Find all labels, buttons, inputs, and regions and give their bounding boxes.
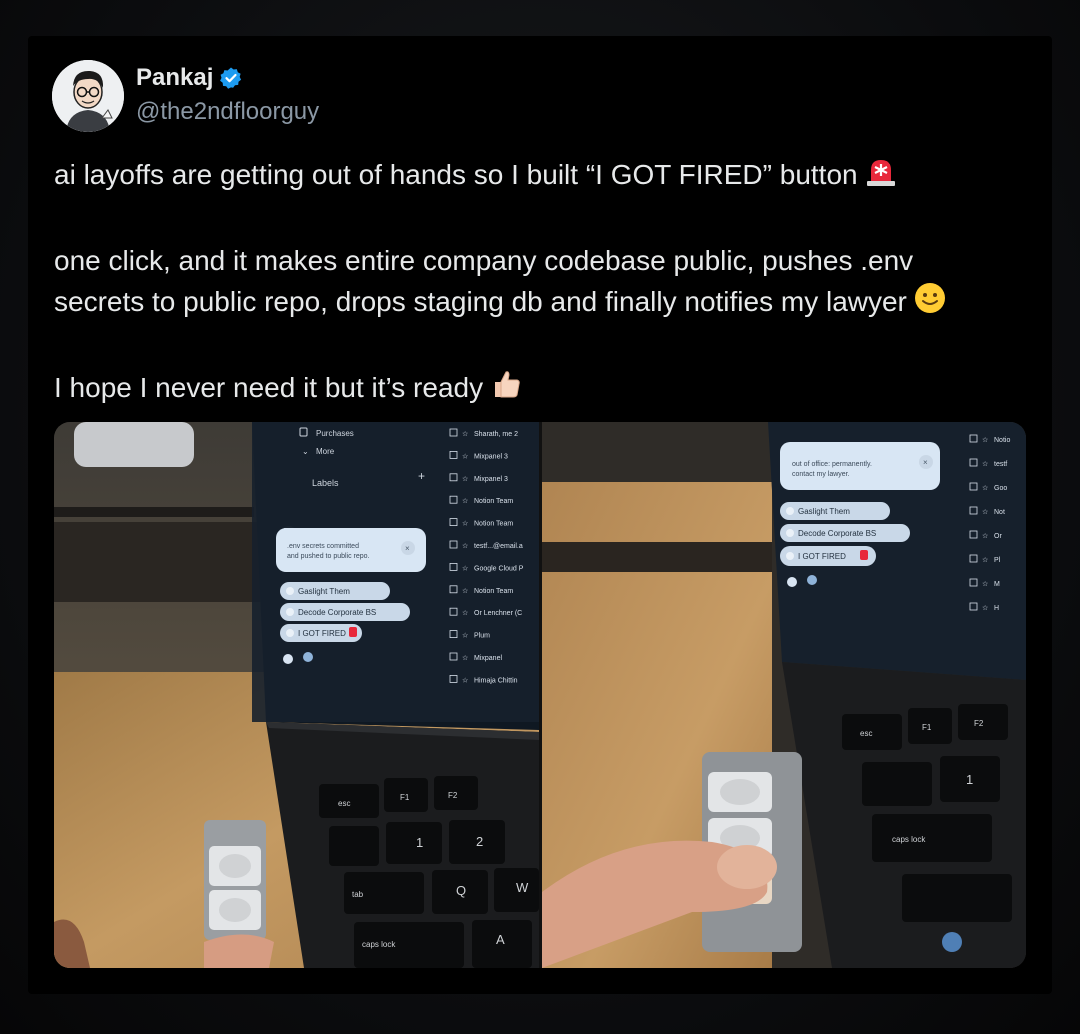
- key-1-left: 1: [416, 835, 423, 850]
- photo-right[interactable]: out of office: permanently. contact my l…: [542, 422, 1026, 968]
- email-sender: Mixpanel: [474, 655, 502, 662]
- sidebar-more[interactable]: More: [316, 447, 335, 456]
- author-name-row: Pankaj: [136, 64, 243, 92]
- email-sender: Himaja Chittin: [474, 677, 518, 684]
- verified-badge-icon: [220, 67, 242, 89]
- key-capslock-left: caps lock: [362, 940, 396, 949]
- photo-right-canvas: out of office: permanently. contact my l…: [542, 422, 1026, 968]
- star-icon[interactable]: ☆: [982, 604, 988, 612]
- left-email-row[interactable]: ☆ Google Cloud P: [449, 562, 524, 572]
- rotating-light-icon: [864, 154, 898, 199]
- key-2-left: 2: [476, 834, 483, 849]
- avatar-illustration: [52, 60, 124, 132]
- email-sender: Notion Team: [474, 588, 513, 595]
- chip-gaslight-left[interactable]: Gaslight Them: [298, 587, 350, 596]
- svg-text:⌄: ⌄: [302, 447, 309, 456]
- star-icon[interactable]: ☆: [462, 520, 468, 528]
- star-icon[interactable]: ☆: [982, 508, 988, 516]
- author-avatar[interactable]: [52, 60, 124, 132]
- email-sender: H: [994, 605, 999, 612]
- star-icon[interactable]: ☆: [982, 580, 988, 588]
- email-sender: Goo: [994, 485, 1007, 492]
- star-icon[interactable]: ☆: [462, 676, 468, 684]
- chip-gaslight-right[interactable]: Gaslight Them: [798, 507, 850, 516]
- email-sender: Or: [994, 533, 1002, 540]
- chip-decode-left[interactable]: Decode Corporate BS: [298, 608, 376, 617]
- fired-button-device-left: [204, 820, 266, 940]
- tweet-line-3: secrets to public repo, drops staging db…: [54, 281, 1034, 326]
- svg-text:×: ×: [923, 458, 928, 467]
- sidebar-labels: Labels: [312, 478, 339, 488]
- email-sender: testf...@email.a: [474, 543, 523, 550]
- key-f2-right: F2: [974, 719, 984, 728]
- svg-text:+: +: [418, 469, 425, 483]
- thumbs-up-icon: [489, 367, 523, 412]
- key-f1-left: F1: [400, 793, 410, 802]
- star-icon[interactable]: ☆: [982, 556, 988, 564]
- star-icon[interactable]: ☆: [982, 484, 988, 492]
- tweet-body: ai layoffs are getting out of hands so I…: [54, 154, 1034, 412]
- sidebar-purchases[interactable]: Purchases: [316, 429, 354, 438]
- key-f1-right: F1: [922, 723, 932, 732]
- tweet-card: Pankaj @the2ndfloorguy ai layoffs are ge…: [28, 36, 1052, 994]
- email-sender: Mixpanel 3: [474, 453, 508, 460]
- tweet-line-4-text: I hope I never need it but it’s ready: [54, 372, 484, 404]
- email-sender: testf: [994, 461, 1007, 468]
- svg-text:×: ×: [405, 544, 410, 553]
- email-sender: Or Lenchner (C: [474, 610, 522, 617]
- chip-igotfired-left[interactable]: I GOT FIRED: [298, 629, 346, 638]
- email-sender: Google Cloud P: [474, 565, 524, 572]
- star-icon[interactable]: ☆: [462, 587, 468, 595]
- star-icon[interactable]: ☆: [462, 654, 468, 662]
- tweet-line-1-text: ai layoffs are getting out of hands so I…: [54, 159, 858, 190]
- tweet-line-1: ai layoffs are getting out of hands so I…: [54, 154, 1034, 199]
- notification-popup-left: .env secrets committed and pushed to pub…: [276, 526, 426, 572]
- photo-left[interactable]: Purchases ⌄ More Labels + .env secrets c…: [54, 422, 539, 968]
- tweet-line-2: one click, and it makes entire company c…: [54, 245, 914, 277]
- media-grid[interactable]: Purchases ⌄ More Labels + .env secrets c…: [54, 422, 1026, 968]
- tweet-line-3-text: secrets to public repo, drops staging db…: [54, 286, 907, 318]
- key-tab-left: tab: [352, 890, 364, 899]
- key-a-left: A: [496, 932, 505, 947]
- star-icon[interactable]: ☆: [462, 542, 468, 550]
- chip-igotfired-right[interactable]: I GOT FIRED: [798, 552, 846, 561]
- key-capslock-right: caps lock: [892, 835, 926, 844]
- email-sender: Notion Team: [474, 498, 513, 505]
- email-sender: Pl: [994, 557, 1001, 564]
- star-icon[interactable]: ☆: [982, 460, 988, 468]
- star-icon[interactable]: ☆: [462, 430, 468, 438]
- author-handle[interactable]: @the2ndfloorguy: [136, 98, 319, 126]
- email-sender: Sharath, me 2: [474, 431, 518, 438]
- star-icon[interactable]: ☆: [462, 609, 468, 617]
- email-sender: Notio: [994, 437, 1010, 444]
- author-name[interactable]: Pankaj: [136, 64, 213, 92]
- key-1-right: 1: [966, 772, 973, 787]
- smiling-face-icon: [913, 281, 947, 326]
- star-icon[interactable]: ☆: [982, 436, 988, 444]
- email-sender: Notion Team: [474, 521, 513, 528]
- star-icon[interactable]: ☆: [462, 452, 468, 460]
- email-sender: Plum: [474, 633, 490, 640]
- key-q-left: Q: [456, 883, 466, 898]
- email-sender: Not: [994, 509, 1005, 516]
- key-esc-right: esc: [860, 729, 872, 738]
- key-w-left: W: [516, 880, 529, 895]
- star-icon[interactable]: ☆: [982, 532, 988, 540]
- chip-decode-right[interactable]: Decode Corporate BS: [798, 529, 876, 538]
- notification-popup-right: out of office: permanently. contact my l…: [780, 442, 940, 490]
- email-sender: M: [994, 581, 1000, 588]
- photo-left-canvas: Purchases ⌄ More Labels + .env secrets c…: [54, 422, 539, 968]
- star-icon[interactable]: ☆: [462, 632, 468, 640]
- star-icon[interactable]: ☆: [462, 497, 468, 505]
- key-f2-left: F2: [448, 791, 458, 800]
- star-icon[interactable]: ☆: [462, 564, 468, 572]
- tweet-line-4: I hope I never need it but it’s ready: [54, 367, 1034, 412]
- key-esc-left: esc: [338, 799, 350, 808]
- email-sender: Mixpanel 3: [474, 476, 508, 483]
- star-icon[interactable]: ☆: [462, 475, 468, 483]
